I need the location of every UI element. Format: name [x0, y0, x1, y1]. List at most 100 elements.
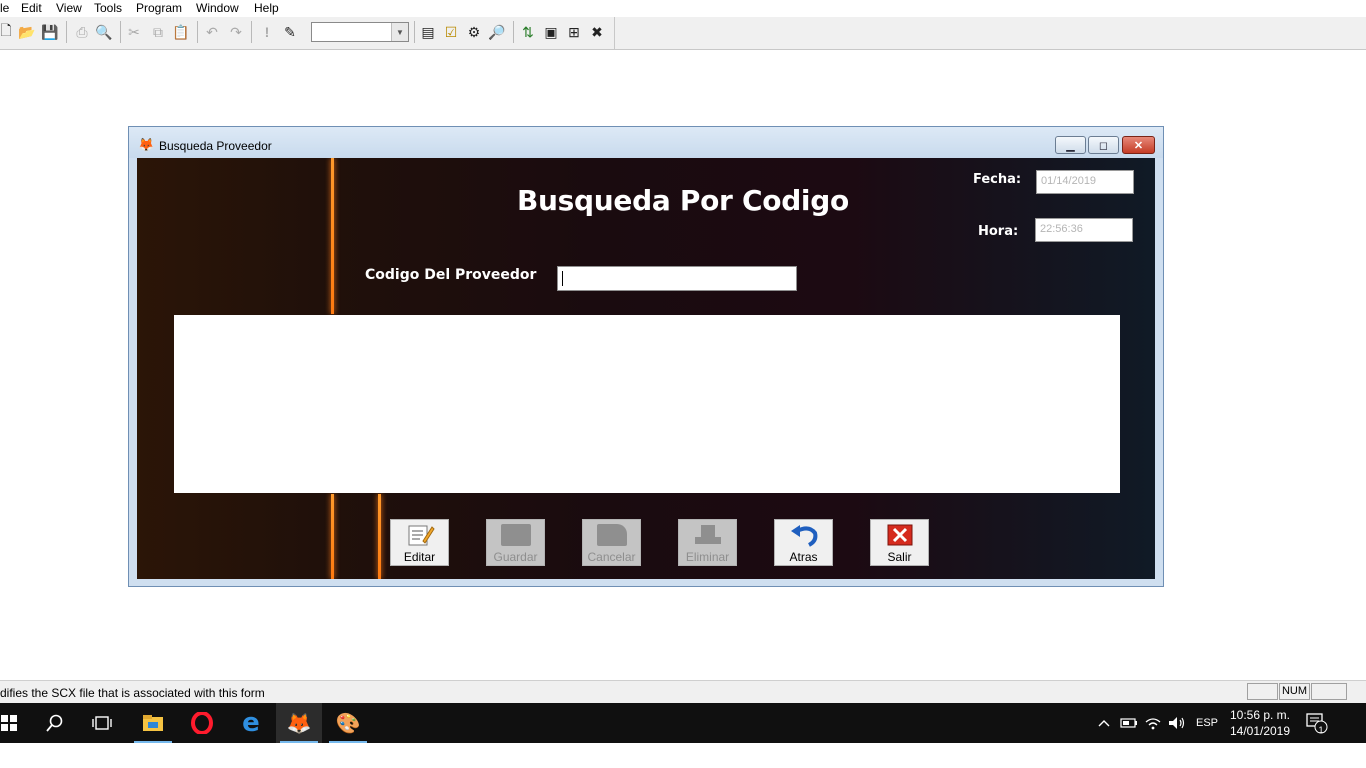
search-icon[interactable]	[32, 703, 78, 743]
editar-button[interactable]: Editar	[390, 519, 449, 566]
paste-icon[interactable]: 📋	[171, 22, 191, 42]
edit-document-icon	[391, 523, 448, 547]
action-center-icon[interactable]	[1306, 703, 1328, 743]
cancelar-label: Cancelar	[587, 550, 636, 564]
volume-icon[interactable]	[1168, 703, 1186, 743]
status-message: difies the SCX file that is associated w…	[0, 686, 265, 700]
redo-icon[interactable]: ↷	[226, 22, 246, 42]
menu-view[interactable]: View	[56, 0, 82, 16]
save-disabled-icon	[487, 523, 544, 547]
toolbar-combo[interactable]: ▼	[311, 22, 409, 42]
document-view-icon[interactable]: ⇅	[518, 22, 538, 42]
fecha-label: Fecha:	[973, 172, 1022, 187]
code-icon[interactable]: ⚙	[464, 22, 484, 42]
guardar-label: Guardar	[493, 550, 538, 564]
atras-button[interactable]: Atras	[774, 519, 833, 566]
paint-icon[interactable]: 🎨	[325, 703, 371, 743]
run-icon[interactable]: !	[257, 22, 277, 42]
data-session-icon[interactable]: ▤	[418, 22, 438, 42]
page-title: Busqueda Por Codigo	[517, 184, 849, 217]
windows-start-icon[interactable]	[0, 703, 32, 743]
copy-icon[interactable]: ⧉	[148, 22, 168, 42]
show-hidden-icons-chevron-icon[interactable]	[1098, 703, 1110, 743]
back-arrow-icon	[775, 523, 832, 547]
codigo-proveedor-input[interactable]	[557, 266, 797, 291]
wifi-icon[interactable]	[1145, 703, 1161, 743]
save-icon[interactable]: 💾	[40, 22, 60, 42]
status-panel-num: NUM	[1279, 683, 1310, 700]
close-button[interactable]: ✕	[1122, 136, 1155, 154]
undo-icon[interactable]: ↶	[202, 22, 222, 42]
tools-icon[interactable]: ✖	[587, 22, 607, 42]
cancelar-button[interactable]: Cancelar	[582, 519, 641, 566]
menu-file[interactable]: le	[0, 0, 9, 16]
salir-button[interactable]: Salir	[870, 519, 929, 566]
chevron-down-icon[interactable]: ▼	[391, 23, 408, 41]
windows-taskbar: e 🦊 🎨 ESP 10:56 p. m. 14/01/2019 1	[0, 703, 1366, 743]
toolbar-edge	[614, 17, 615, 49]
print-icon[interactable]: ⎙	[72, 22, 92, 42]
command-window-icon[interactable]: ▣	[541, 22, 561, 42]
foxpro-app-icon: 🦊	[138, 137, 155, 152]
running-indicator	[134, 741, 172, 743]
task-view-icon[interactable]	[79, 703, 125, 743]
opera-icon[interactable]	[179, 703, 225, 743]
menu-tools[interactable]: Tools	[94, 0, 122, 16]
input-language[interactable]: ESP	[1196, 703, 1218, 743]
codigo-proveedor-label: Codigo Del Proveedor	[365, 267, 537, 283]
battery-icon[interactable]	[1120, 703, 1138, 743]
status-bar: difies the SCX file that is associated w…	[0, 680, 1366, 703]
properties-icon[interactable]: ☑	[441, 22, 461, 42]
edge-icon[interactable]: e	[228, 703, 274, 743]
menu-help[interactable]: Help	[254, 0, 279, 16]
results-grid[interactable]	[174, 315, 1120, 493]
busqueda-proveedor-window: 🦊 Busqueda Proveedor ▁ ◻ ✕ Busqueda Por …	[128, 126, 1164, 587]
cut-icon[interactable]: ✂	[124, 22, 144, 42]
toolbar-separator	[197, 21, 198, 43]
fecha-field: 01/14/2019	[1036, 170, 1134, 194]
decorative-stripe	[378, 494, 381, 579]
menu-window[interactable]: Window	[196, 0, 239, 16]
menubar: le Edit View Tools Program Window Help	[0, 0, 1366, 16]
builder-icon[interactable]: ⊞	[564, 22, 584, 42]
taskbar-clock[interactable]: 10:56 p. m. 14/01/2019	[1222, 707, 1298, 739]
menu-program[interactable]: Program	[136, 0, 182, 16]
visual-foxpro-icon[interactable]: 🦊	[276, 703, 322, 743]
eliminar-label: Eliminar	[685, 550, 730, 564]
decorative-stripe	[331, 494, 334, 579]
print-preview-icon[interactable]: 🔍	[94, 22, 114, 42]
decorative-stripe	[331, 158, 334, 314]
exit-x-icon	[871, 523, 928, 547]
status-panel-ins	[1311, 683, 1347, 700]
status-panel-caps	[1247, 683, 1278, 700]
running-indicator	[329, 741, 367, 743]
open-folder-icon[interactable]: 📂	[17, 22, 37, 42]
hora-label: Hora:	[978, 224, 1019, 239]
clock-date: 14/01/2019	[1229, 724, 1291, 738]
salir-label: Salir	[887, 550, 912, 564]
hora-field: 22:56:36	[1035, 218, 1133, 242]
notification-count: 1	[1318, 725, 1324, 735]
form-client-area: Busqueda Por Codigo Fecha: 01/14/2019 Ho…	[137, 158, 1155, 579]
toolbar-separator	[251, 21, 252, 43]
minimize-icon: ▁	[1066, 139, 1075, 152]
toolbar-separator	[513, 21, 514, 43]
menu-edit[interactable]: Edit	[21, 0, 42, 16]
guardar-button[interactable]: Guardar	[486, 519, 545, 566]
text-caret	[562, 271, 563, 286]
class-browser-icon[interactable]: 🔎	[487, 22, 507, 42]
clock-time: 10:56 p. m.	[1229, 708, 1291, 722]
eliminar-button[interactable]: Eliminar	[678, 519, 737, 566]
form-designer-icon[interactable]: ✎	[280, 22, 300, 42]
toolbar-separator	[66, 21, 67, 43]
toolbar-separator	[120, 21, 121, 43]
minimize-button[interactable]: ▁	[1055, 136, 1086, 154]
maximize-icon: ◻	[1098, 139, 1109, 152]
file-explorer-icon[interactable]	[130, 703, 176, 743]
maximize-button[interactable]: ◻	[1088, 136, 1119, 154]
new-file-icon[interactable]: 🗋	[0, 22, 16, 42]
standard-toolbar: 🗋 📂 💾 ⎙ 🔍 ✂ ⧉ 📋 ↶ ↷ ! ✎ ▼ ▤ ☑ ⚙ 🔎 ⇅ ▣ ⊞ …	[0, 17, 1366, 50]
cancel-disabled-icon	[583, 523, 640, 547]
window-title: Busqueda Proveedor	[159, 139, 272, 153]
window-titlebar[interactable]: 🦊 Busqueda Proveedor ▁ ◻ ✕	[129, 127, 1163, 158]
